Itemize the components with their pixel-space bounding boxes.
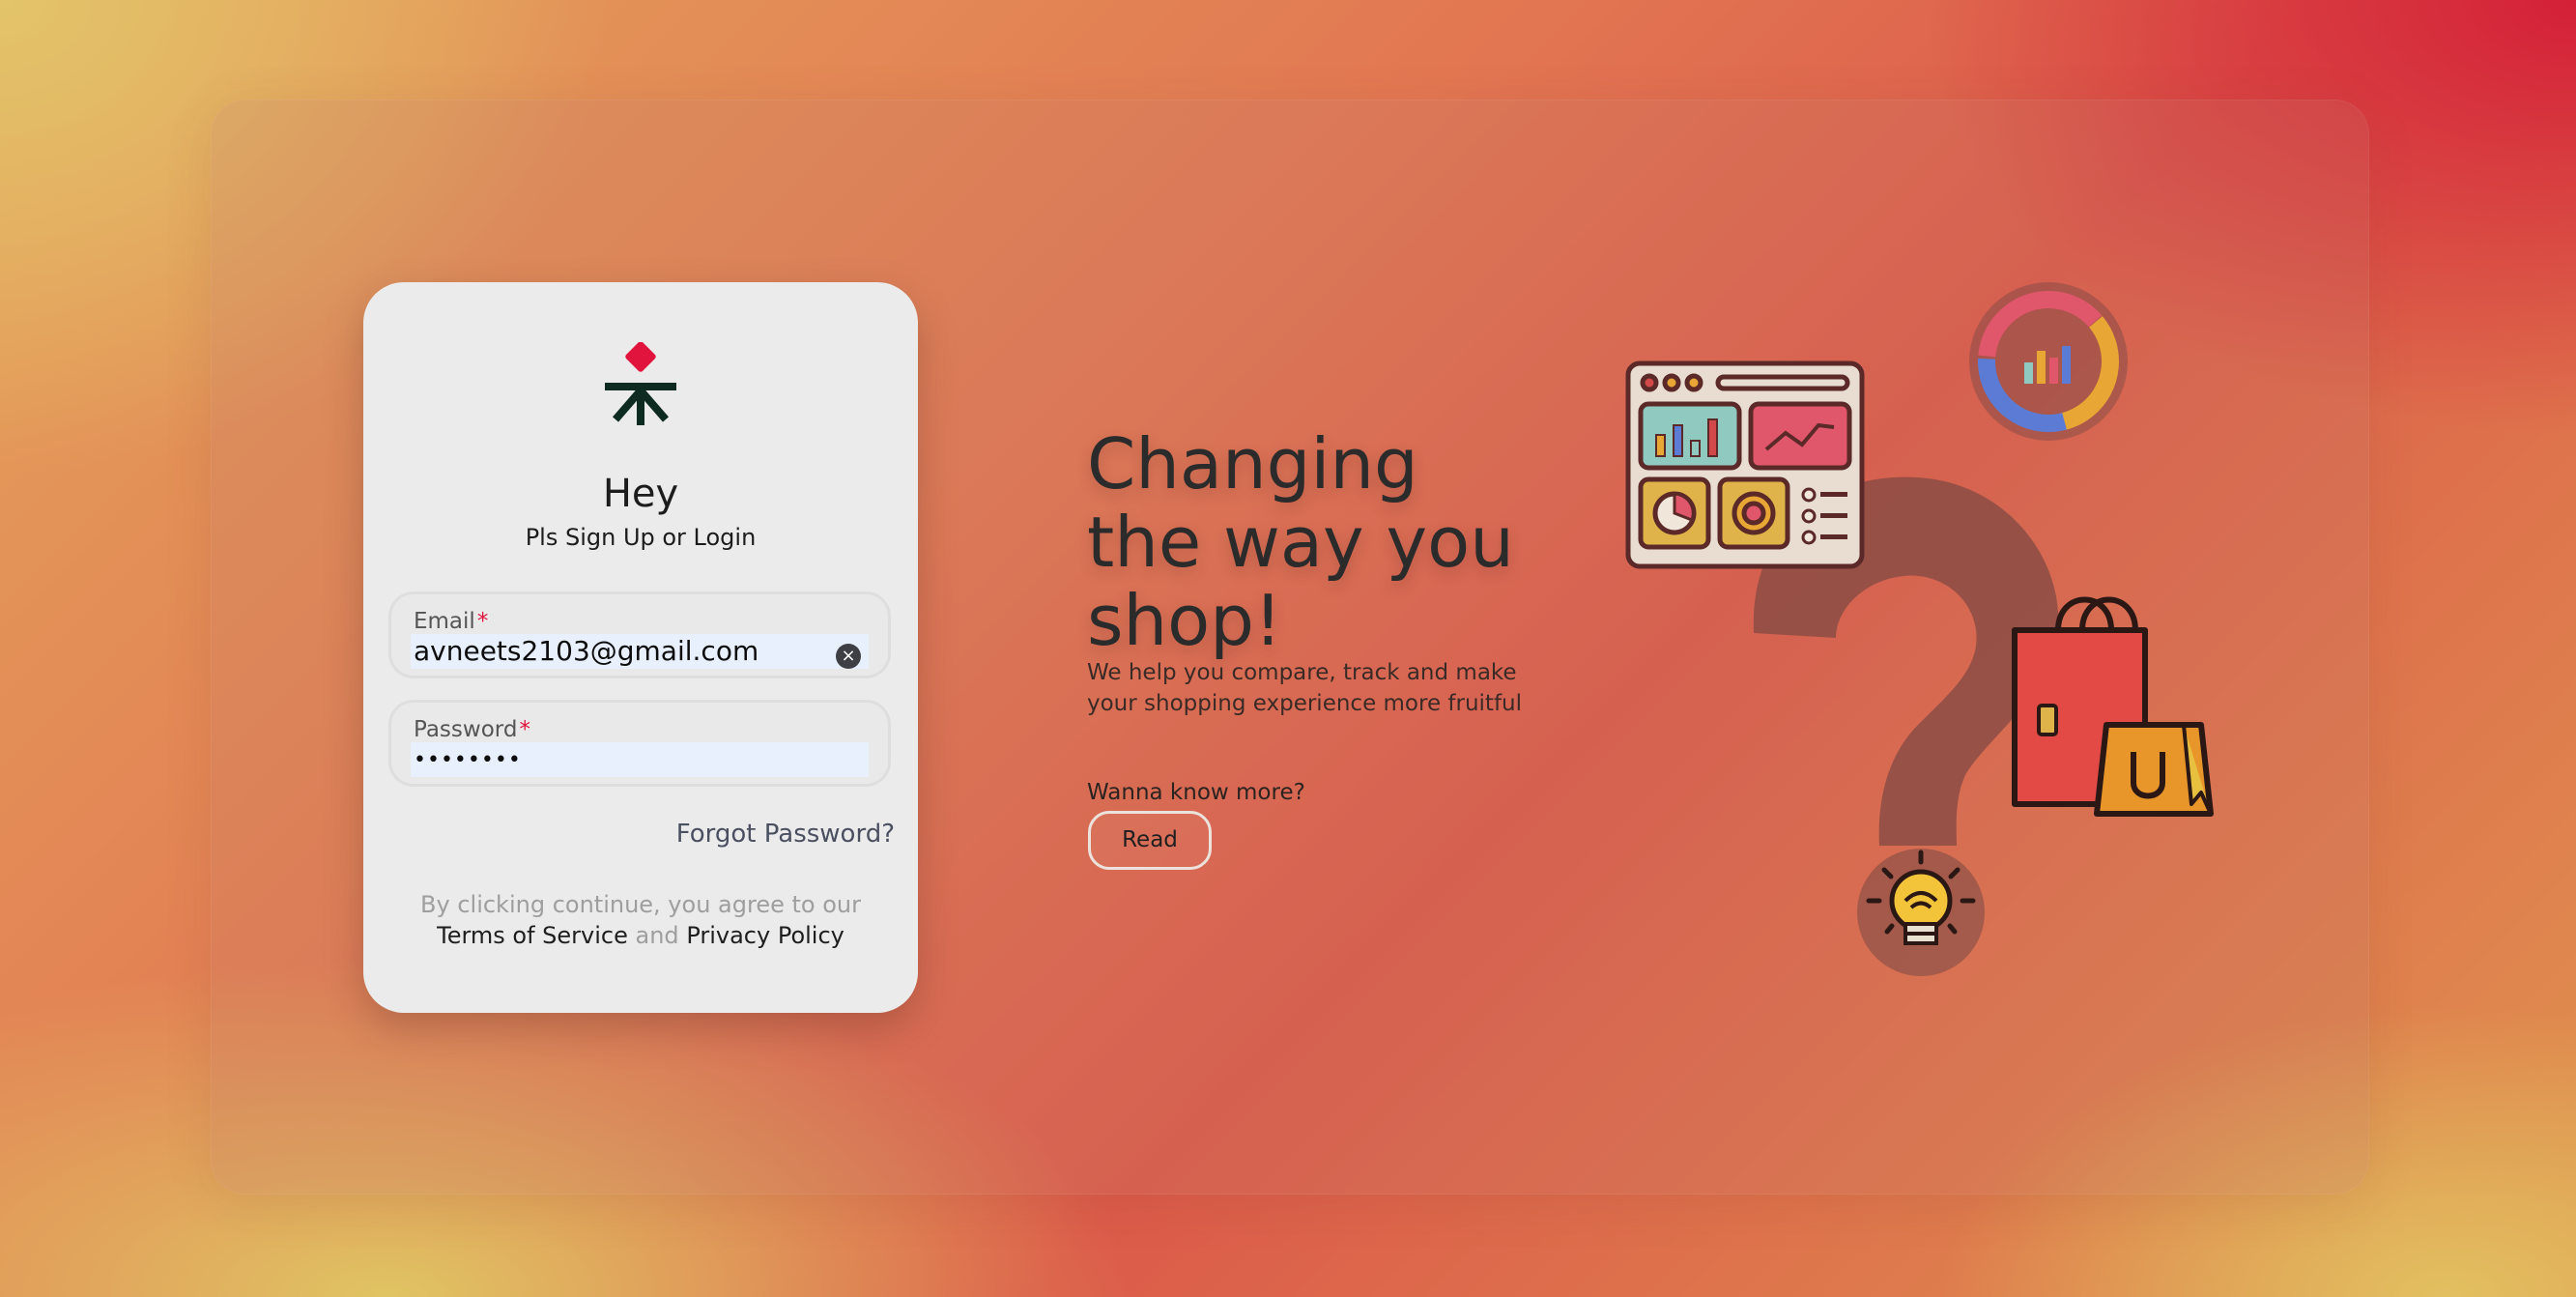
read-button[interactable]: Read [1088, 811, 1212, 870]
greeting-title: Hey [602, 472, 679, 516]
required-mark: * [476, 609, 489, 634]
dashboard-icon [1625, 360, 1865, 569]
password-field[interactable]: Password* •••••••• [388, 700, 891, 787]
password-label: Password* [414, 717, 530, 742]
terms-of-service-link[interactable]: Terms of Service [437, 922, 628, 949]
privacy-policy-link[interactable]: Privacy Policy [686, 922, 844, 949]
login-card: Hey Pls Sign Up or Login Email* avneets2… [363, 282, 918, 1013]
email-input[interactable]: avneets2103@gmail.com [411, 634, 869, 669]
lightbulb-icon [1857, 849, 1985, 976]
shopping-illustration [1625, 282, 2214, 976]
email-field[interactable]: Email* avneets2103@gmail.com × [388, 591, 891, 678]
clear-icon[interactable]: × [836, 644, 861, 669]
read-more-prompt: Wanna know more? [1087, 780, 1305, 805]
donut-chart-icon [1969, 282, 2128, 441]
password-input[interactable]: •••••••• [411, 742, 869, 777]
shopping-bags-icon [2012, 596, 2214, 817]
login-subtitle: Pls Sign Up or Login [525, 524, 757, 551]
forgot-password-link[interactable]: Forgot Password? [676, 820, 895, 849]
required-mark: * [519, 717, 530, 742]
hero-description: We help you compare, track and make your… [1087, 660, 1523, 716]
email-label: Email* [414, 609, 489, 634]
hero-headline: Changing the way you shop! [1087, 423, 1514, 661]
logo-icon [605, 342, 676, 425]
terms-text: By clicking continue, you agree to our T… [420, 891, 861, 949]
